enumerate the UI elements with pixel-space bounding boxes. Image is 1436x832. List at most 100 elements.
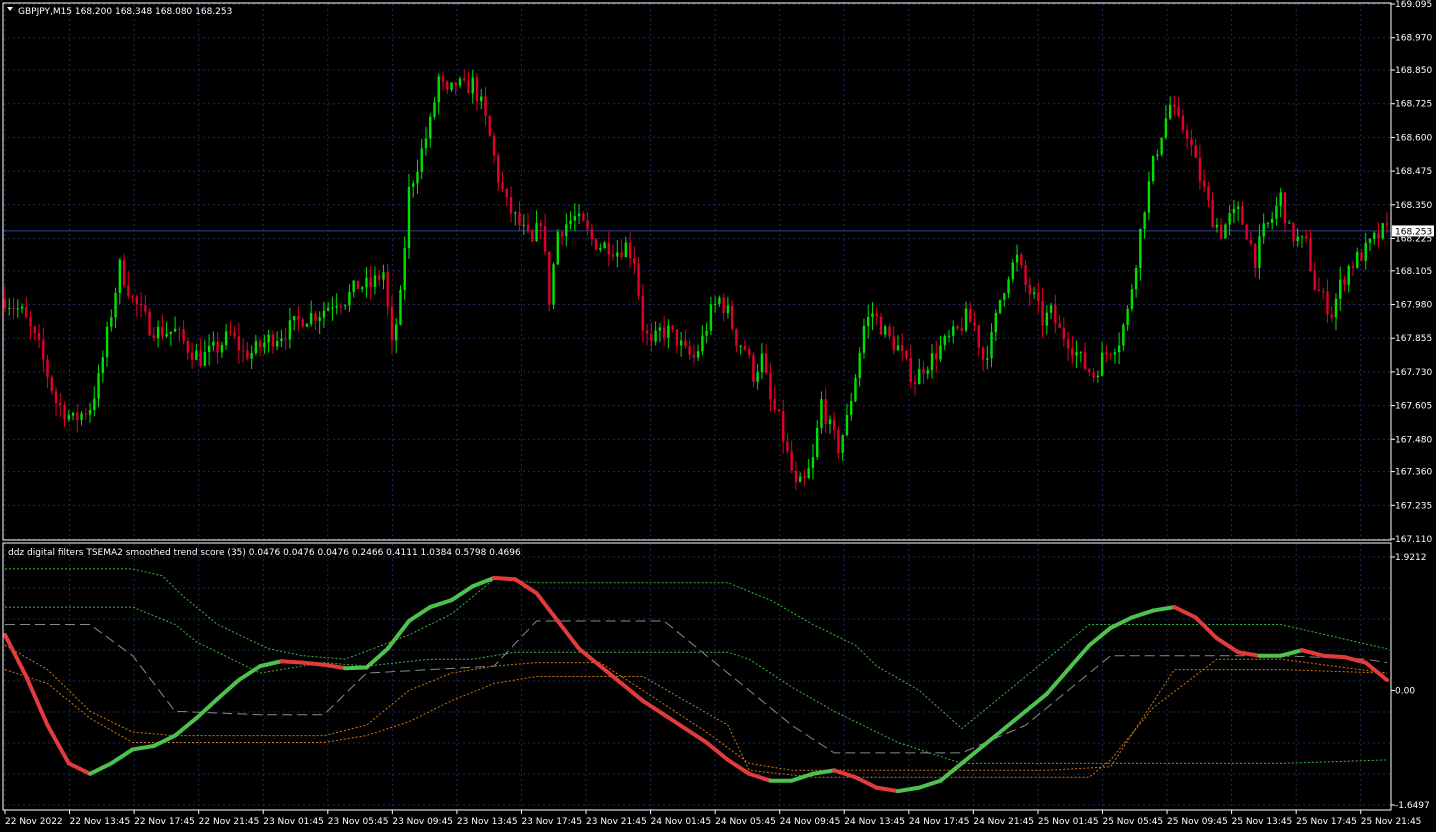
score-segment [1151, 605, 1177, 613]
y-tick-label: 167.730 [1395, 368, 1432, 378]
x-tick-label: 24 Nov 21:45 [973, 817, 1034, 827]
candle-body [50, 377, 53, 392]
x-tick-label: 23 Nov 17:45 [521, 817, 582, 827]
score-segment [725, 757, 752, 776]
score-segment [917, 778, 943, 790]
candle-body [858, 352, 861, 379]
candle-body [582, 213, 585, 221]
candle-body [509, 197, 513, 214]
candle-body [309, 313, 313, 325]
y-tick-label: 168.475 [1395, 167, 1432, 177]
candle-body [607, 242, 611, 255]
candle-body [93, 398, 96, 411]
candle-body [952, 326, 955, 336]
candle-body [1117, 345, 1121, 353]
score-segment [1002, 709, 1028, 731]
score-segment [258, 659, 284, 669]
candle-body [220, 345, 224, 353]
candle-body [407, 186, 411, 249]
candle-body [1224, 224, 1227, 239]
candle-body [531, 230, 534, 242]
candle-body [365, 277, 368, 288]
candle-body [110, 317, 113, 327]
candle-body [739, 345, 742, 347]
candle-body [1041, 300, 1044, 326]
candle-body [535, 223, 538, 242]
candle-body [424, 138, 428, 149]
candle-body [747, 349, 751, 355]
y-tick-label: 167.605 [1395, 402, 1432, 412]
candle-body [29, 317, 32, 327]
score-segment [194, 696, 220, 721]
candle-body [884, 326, 887, 335]
candle-body [1326, 291, 1329, 315]
candle-body [1377, 232, 1380, 239]
score-segment [640, 698, 667, 717]
candle-body [343, 305, 347, 307]
candle-body [54, 391, 58, 403]
candle-body [586, 220, 589, 229]
candle-body [994, 312, 997, 333]
score-segment [24, 674, 50, 728]
candle-body [305, 324, 309, 327]
score-segment [109, 747, 135, 766]
candle-body [726, 305, 730, 314]
candle-body [624, 242, 628, 258]
score-segment [279, 659, 305, 665]
candle-body [505, 188, 508, 198]
candle-body [339, 305, 343, 307]
candle-body [565, 224, 568, 237]
candle-body [284, 338, 287, 340]
candle-body [969, 308, 972, 323]
candle-body [560, 232, 564, 237]
band-line-gray_band [5, 620, 1388, 754]
score-segment [1278, 648, 1304, 658]
candle-body [1079, 351, 1083, 353]
candle-body [918, 369, 921, 385]
candle-body [1270, 218, 1274, 223]
candle-body [148, 311, 151, 336]
candle-body [1015, 254, 1019, 263]
candle-body [654, 330, 657, 342]
candle-body [905, 350, 908, 358]
candle-body [42, 339, 45, 360]
candle-body [1020, 254, 1023, 266]
candle-body [960, 328, 963, 331]
candle-body [178, 328, 181, 330]
candle-body [684, 340, 687, 347]
candle-body [777, 409, 781, 412]
score-segment [492, 575, 518, 582]
candle-body [633, 258, 636, 264]
candle-body [943, 336, 946, 346]
candle-body [658, 327, 662, 331]
candle-body [841, 435, 844, 454]
candle-body [543, 226, 547, 252]
candle-body [152, 335, 156, 339]
candle-body [71, 412, 75, 416]
chart-canvas[interactable]: 169.095 168.970 168.850 168.725 168.600 168.4… [0, 0, 1436, 832]
candle-body [977, 325, 980, 348]
candle-body [986, 358, 989, 360]
candle-body [186, 341, 190, 353]
candle-body [875, 313, 878, 317]
candle-body [1283, 192, 1287, 224]
candle-body [1164, 118, 1168, 138]
candle-body [165, 333, 168, 337]
candle-body [548, 251, 551, 305]
candle-body [913, 381, 917, 385]
score-segment [1236, 650, 1262, 658]
candles-layer [3, 69, 1389, 490]
candle-body [246, 350, 249, 359]
candle-body [1253, 243, 1257, 269]
x-tick-label: 25 Nov 05:45 [1102, 817, 1163, 827]
candle-body [1037, 292, 1040, 301]
candle-body [616, 252, 619, 257]
candle-body [480, 96, 483, 102]
symbol-dropdown-icon[interactable] [7, 7, 13, 11]
candle-body [756, 372, 759, 382]
candle-body [195, 350, 198, 360]
candle-body [382, 272, 385, 280]
candle-body [879, 316, 883, 335]
candle-body [1160, 137, 1163, 155]
score-segment [1193, 615, 1219, 641]
